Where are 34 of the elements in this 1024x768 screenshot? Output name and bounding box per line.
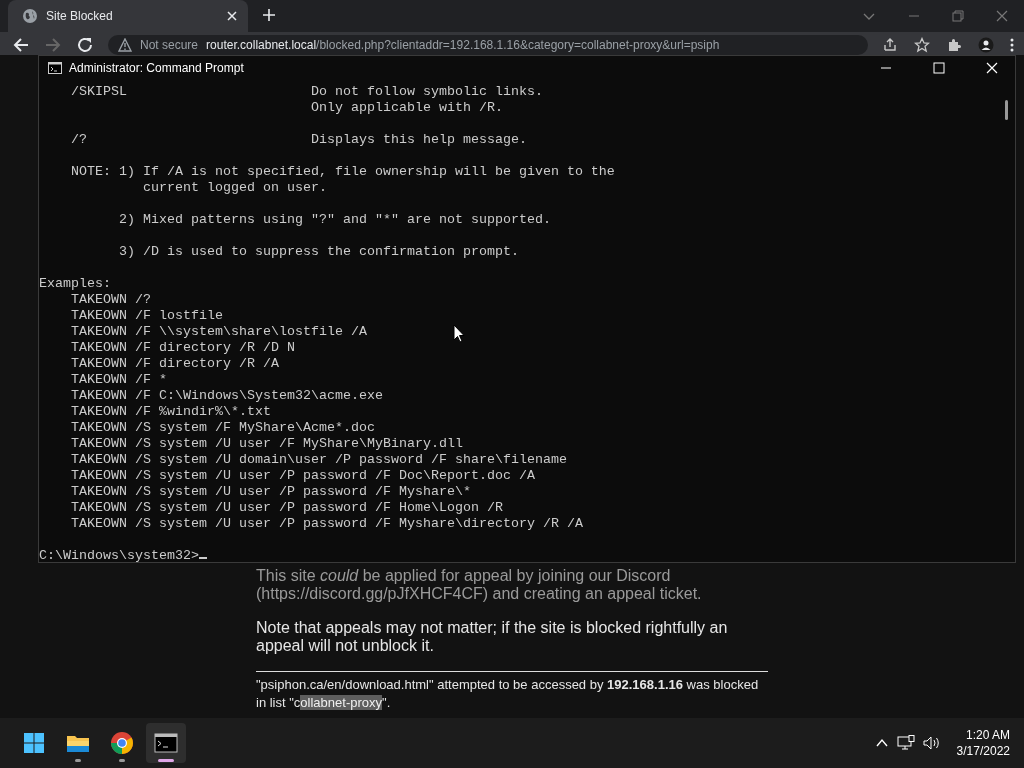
note-paragraph: Note that appeals may not matter; if the site is blocked rightfully an appeal will not unblock it.	[256, 619, 729, 655]
console-line: NOTE: 1) If /A is not specified, file ownership will be given to the	[70, 164, 615, 180]
url-text: router.collabnet.local/blocked.php?clientaddr=192.168.1.16&category=collabnet-proxy&url=psiph	[206, 36, 720, 54]
browser-tab[interactable]: Site Blocked	[8, 0, 248, 32]
console-line: TAKEOWN /S system /U domain\user /P password /F share\filename	[70, 452, 567, 468]
console-line: TAKEOWN /S system /F MyShare\Acme*.doc	[70, 420, 375, 436]
console-line: TAKEOWN /S system /U user /P password /F Home\Logon /R	[70, 500, 503, 516]
command-prompt: C:\Windows\system32>	[39, 548, 199, 563]
clock[interactable]: 1:20 AM 3/17/2022	[956, 727, 1010, 759]
console-line: /? Displays this help message.	[70, 132, 527, 148]
console-line: TAKEOWN /F *	[70, 372, 167, 388]
console-line: TAKEOWN /F C:\Windows\System32\acme.exe	[70, 388, 383, 404]
console-line: /SKIPSL Do not follow symbolic links.	[70, 84, 543, 100]
console-line: TAKEOWN /S system /U user /P password /F Doc\Report.doc /A	[70, 468, 535, 484]
console-line: TAKEOWN /S system /U user /P password /F Myshare\directory /R /A	[70, 516, 583, 532]
console-line: Only applicable with /R.	[309, 100, 503, 116]
console-line: current logged on user.	[141, 180, 327, 196]
address-bar[interactable]: Not secure router.collabnet.local/blocked.php?clientaddr=192.168.1.16&category=collabnet-proxy&url=psiph	[108, 34, 868, 55]
tab-title: Site Blocked	[46, 8, 114, 25]
appeal-paragraph: This site could be applied for appeal by joining our Discord (https://discord.gg/pJfXHCF4CF) and creating an appeal ticket.	[256, 567, 703, 603]
console-line: TAKEOWN /F \\system\share\lostfile /A	[70, 324, 367, 340]
window-title: Administrator: Command Prompt	[69, 60, 245, 77]
console-line: TAKEOWN /F directory /R /D N	[70, 340, 295, 356]
console-line: TAKEOWN /F lostfile	[70, 308, 223, 324]
block-info-text: "psiphon.ca/en/download.html" attempted to be accessed by 192.168.1.16 was blocked in list "collabnet-proxy".	[256, 676, 760, 712]
console-line: TAKEOWN /F %windir%\*.txt	[70, 404, 271, 420]
security-label: Not secure	[140, 36, 199, 54]
console-line: 3) /D is used to suppress the confirmation prompt.	[117, 244, 519, 260]
console-line: TAKEOWN /S system /U user /F MyShare\MyBinary.dll	[70, 436, 463, 452]
console-line: 2) Mixed patterns using "?" and "*" are not supported.	[117, 212, 551, 228]
console-line: TAKEOWN /S system /U user /P password /F Myshare\*	[70, 484, 471, 500]
console-line: Examples:	[39, 276, 111, 292]
console-line: TAKEOWN /F directory /R /A	[70, 356, 279, 372]
console-line: TAKEOWN /?	[70, 292, 151, 308]
